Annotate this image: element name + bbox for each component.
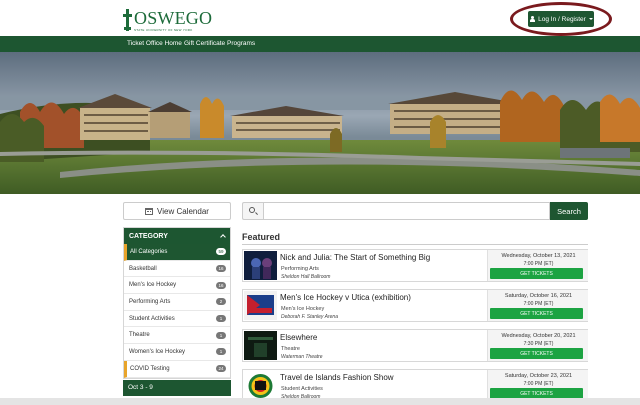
category-count-badge: 59 xyxy=(216,248,226,256)
category-header[interactable]: CATEGORY xyxy=(124,228,230,244)
category-title: CATEGORY xyxy=(129,232,168,240)
event-location: Waterman Theatre xyxy=(281,354,323,360)
category-item-all[interactable]: All Categories 59 xyxy=(124,244,230,261)
category-label: Basketball xyxy=(129,265,157,272)
category-count-badge: 16 xyxy=(216,265,226,273)
category-item-covid-testing[interactable]: COVID Testing 24 xyxy=(124,360,230,378)
event-category: Student Activities xyxy=(281,386,323,392)
divider xyxy=(242,244,588,245)
event-date: Saturday, October 16, 2021 xyxy=(504,293,573,299)
featured-heading: Featured xyxy=(242,232,281,242)
category-count-badge: 1 xyxy=(216,315,226,323)
category-item-theatre[interactable]: Theatre 1 xyxy=(124,327,230,345)
logo-subtitle: STATE UNIVERSITY OF NEW YORK xyxy=(134,28,193,32)
nav-ticket-office-home[interactable]: Ticket Office Home xyxy=(127,40,182,47)
category-item-mens-ice-hockey[interactable]: Men's Ice Hockey 16 xyxy=(124,277,230,295)
user-icon xyxy=(529,16,535,22)
event-time: 7:00 PM (ET) xyxy=(523,300,554,307)
event-ticket-panel: Wednesday, October 13, 2021 7:00 PM (ET)… xyxy=(487,250,588,281)
campus-hero-image xyxy=(0,52,640,194)
login-label: Log In / Register xyxy=(538,15,586,23)
search-button[interactable]: Search xyxy=(550,202,588,220)
event-category: Performing Arts xyxy=(281,266,319,272)
category-panel: CATEGORY All Categories 59 Basketball 16… xyxy=(123,227,231,379)
category-item-womens-ice-hockey[interactable]: Women's Ice Hockey 1 xyxy=(124,344,230,361)
view-calendar-button[interactable]: View Calendar xyxy=(123,202,231,220)
chevron-up-icon[interactable] xyxy=(220,234,226,240)
category-label: COVID Testing xyxy=(130,365,170,372)
event-title[interactable]: Travel de Islands Fashion Show xyxy=(280,373,394,382)
category-label: Theatre xyxy=(129,332,150,339)
event-title[interactable]: Nick and Julia: The Start of Something B… xyxy=(280,253,430,262)
category-count-badge: 1 xyxy=(216,331,226,339)
category-label: Men's Ice Hockey xyxy=(129,282,177,289)
search-bar: Search xyxy=(242,202,588,220)
event-date: Wednesday, October 20, 2021 xyxy=(501,333,576,339)
get-tickets-button[interactable]: GET TICKETS xyxy=(490,268,583,279)
lighthouse-icon xyxy=(123,9,132,31)
event-location: Deborah F. Stanley Arena xyxy=(281,314,338,320)
get-tickets-button[interactable]: GET TICKETS xyxy=(490,348,583,359)
caret-down-icon xyxy=(588,18,593,20)
category-item-performing-arts[interactable]: Performing Arts 2 xyxy=(124,294,230,311)
event-title[interactable]: Elsewhere xyxy=(280,333,317,342)
event-date: Saturday, October 23, 2021 xyxy=(504,373,573,379)
category-label: Student Activities xyxy=(129,315,175,322)
event-thumbnail xyxy=(244,371,277,400)
event-thumbnail xyxy=(244,291,277,320)
event-thumbnail xyxy=(244,251,277,280)
event-ticket-panel: Saturday, October 16, 2021 7:00 PM (ET) … xyxy=(487,290,588,321)
bottom-edge xyxy=(0,398,640,405)
category-label: Performing Arts xyxy=(129,298,171,305)
oswego-logo[interactable]: OSWEGO STATE UNIVERSITY OF NEW YORK xyxy=(123,9,212,32)
event-category: Men's Ice Hockey xyxy=(281,306,325,312)
event-time: 7:00 PM (ET) xyxy=(523,380,554,387)
site-header: OSWEGO STATE UNIVERSITY OF NEW YORK Log … xyxy=(0,0,640,36)
main-nav: Ticket Office Home Gift Certificate Prog… xyxy=(0,36,640,52)
login-register-button[interactable]: Log In / Register xyxy=(528,11,594,27)
date-range-filter[interactable]: Oct 3 - 9 xyxy=(123,380,231,396)
event-title[interactable]: Men's Ice Hockey v Utica (exhibition) xyxy=(280,293,411,302)
nav-gift-certificate-programs[interactable]: Gift Certificate Programs xyxy=(184,40,255,47)
calendar-icon xyxy=(145,207,154,215)
view-calendar-label: View Calendar xyxy=(157,206,209,216)
category-count-badge: 2 xyxy=(216,298,226,306)
category-item-basketball[interactable]: Basketball 16 xyxy=(124,260,230,278)
event-location: Sheldon Hall Ballroom xyxy=(281,274,331,280)
event-card[interactable]: Elsewhere Theatre Waterman Theatre Wedne… xyxy=(242,329,588,362)
logo-text: OSWEGO xyxy=(134,8,213,28)
event-card[interactable]: Men's Ice Hockey v Utica (exhibition) Me… xyxy=(242,289,588,322)
event-thumbnail xyxy=(244,331,277,360)
event-card[interactable]: Nick and Julia: The Start of Something B… xyxy=(242,249,588,282)
event-date: Wednesday, October 13, 2021 xyxy=(501,253,576,259)
event-time: 7:00 PM (ET) xyxy=(523,260,554,267)
category-item-student-activities[interactable]: Student Activities 1 xyxy=(124,310,230,328)
search-icon xyxy=(242,202,263,220)
event-ticket-panel: Saturday, October 23, 2021 7:00 PM (ET) … xyxy=(487,370,588,401)
event-ticket-panel: Wednesday, October 20, 2021 7:30 PM (ET)… xyxy=(487,330,588,361)
event-category: Theatre xyxy=(281,346,300,352)
category-count-badge: 1 xyxy=(216,348,226,356)
category-count-badge: 16 xyxy=(216,281,226,289)
event-time: 7:30 PM (ET) xyxy=(523,340,554,347)
get-tickets-button[interactable]: GET TICKETS xyxy=(490,308,583,319)
category-count-badge: 24 xyxy=(216,365,226,373)
category-label: All Categories xyxy=(130,248,168,255)
category-label: Women's Ice Hockey xyxy=(129,348,186,355)
search-input[interactable] xyxy=(263,202,550,220)
